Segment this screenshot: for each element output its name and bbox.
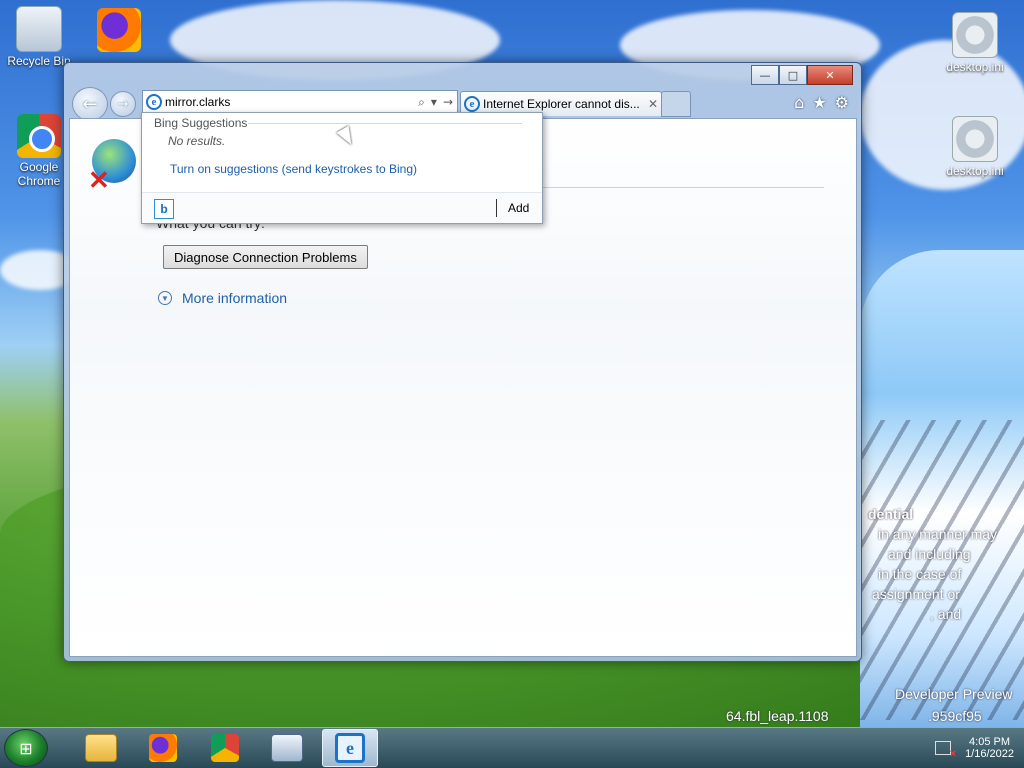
watermark-text: .959cf95 — [928, 708, 982, 724]
internet-explorer-icon: e — [335, 733, 365, 763]
watermark-text: in any manner may — [878, 526, 998, 542]
search-icon[interactable]: ⌕ — [418, 95, 425, 110]
gear-icon[interactable]: ⚙ — [835, 93, 849, 112]
forward-button[interactable]: → — [110, 91, 136, 117]
network-disconnected-icon[interactable] — [935, 741, 956, 760]
network-app-icon — [271, 734, 303, 762]
watermark-text: and including — [888, 546, 971, 562]
more-information-link[interactable]: ▼ More information — [158, 290, 287, 306]
start-button[interactable]: ⊞ — [4, 729, 48, 767]
clock-date: 1/16/2022 — [965, 748, 1014, 760]
new-tab-button[interactable] — [661, 91, 691, 117]
settings-file-icon — [952, 12, 998, 58]
back-arrow-icon: ← — [82, 93, 98, 115]
error-x-icon: ✕ — [88, 165, 110, 195]
footer-separator — [496, 199, 497, 217]
dropdown-arrow-icon[interactable]: ▾ — [431, 95, 437, 110]
maximize-button[interactable]: □ — [779, 65, 807, 85]
firefox-icon — [97, 8, 141, 52]
home-icon[interactable]: ⌂ — [794, 93, 804, 112]
back-button[interactable]: ← — [72, 87, 108, 121]
diagnose-connection-button[interactable]: Diagnose Connection Problems — [163, 245, 368, 269]
address-input[interactable] — [165, 95, 419, 109]
forward-arrow-icon: → — [117, 96, 129, 112]
taskbar-firefox[interactable] — [136, 730, 190, 766]
watermark-text: Developer Preview — [895, 686, 1013, 702]
system-tray: 4:05 PM 1/16/2022 — [935, 728, 1014, 768]
more-information-label: More information — [182, 290, 288, 306]
minimize-button[interactable]: — — [751, 65, 779, 85]
watermark-text: assignment or — [872, 586, 960, 602]
chevron-down-icon: ▼ — [158, 291, 172, 305]
navigation-buttons: ← → — [72, 87, 136, 121]
taskbar-chrome[interactable] — [198, 730, 252, 766]
no-results-text: No results. — [168, 134, 226, 148]
taskbar-explorer[interactable] — [74, 730, 128, 766]
desktop-icon-desktop-ini[interactable]: desktop.ini — [938, 116, 1012, 178]
firefox-icon — [149, 734, 177, 762]
watermark-text: , and — [930, 606, 962, 622]
desktop-icon-firefox[interactable] — [82, 8, 156, 54]
taskbar-internet-explorer[interactable]: e — [322, 729, 378, 767]
command-icons: ⌂ ★ ⚙ — [794, 93, 849, 112]
windows-logo-icon: ⊞ — [19, 738, 33, 758]
add-search-provider-button[interactable]: Add — [508, 201, 529, 215]
close-button[interactable]: ✕ — [807, 65, 853, 85]
chrome-icon — [211, 734, 239, 762]
watermark-text: in the case of — [878, 566, 962, 582]
watermark-text: 64.fbl_leap.1108 — [726, 708, 829, 724]
go-arrow-icon[interactable]: → — [443, 95, 453, 110]
taskbar-network[interactable] — [260, 730, 314, 766]
address-tools: ⌕ ▾ → — [418, 95, 457, 110]
bing-icon[interactable]: b — [154, 199, 174, 219]
watermark-text: dential — [868, 506, 914, 522]
turn-on-suggestions-link[interactable]: Turn on suggestions (send keystrokes to … — [170, 162, 417, 176]
desktop-icon-recycle-bin[interactable]: Recycle Bin — [2, 6, 76, 68]
clock-time: 4:05 PM — [969, 736, 1011, 748]
tab-close-icon[interactable]: ✕ — [645, 97, 661, 111]
favorites-star-icon[interactable]: ★ — [812, 93, 826, 112]
taskbar: ⊞ e 4:05 PM 1/16/2022 — [0, 727, 1024, 768]
folder-icon — [85, 734, 117, 762]
address-bar[interactable]: e ⌕ ▾ → — [142, 90, 458, 114]
window-controls: — □ ✕ — [751, 65, 853, 85]
desktop-icon-desktop-ini[interactable]: desktop.ini — [938, 12, 1012, 74]
suggestions-footer: b Add — [142, 192, 542, 223]
desktop-icon-label: desktop.ini — [946, 164, 1004, 178]
chrome-icon — [17, 114, 61, 158]
desktop-icon-label: desktop.ini — [946, 60, 1004, 74]
ie-page-icon: e — [146, 94, 162, 110]
recycle-bin-icon — [16, 6, 62, 52]
suggestions-header: Bing Suggestions — [154, 116, 248, 130]
clock[interactable]: 4:05 PM 1/16/2022 — [965, 736, 1014, 760]
settings-file-icon — [952, 116, 998, 162]
ie-tab-icon: e — [464, 96, 480, 112]
suggestions-divider — [248, 123, 522, 124]
tab-title: Internet Explorer cannot dis... — [483, 97, 640, 111]
